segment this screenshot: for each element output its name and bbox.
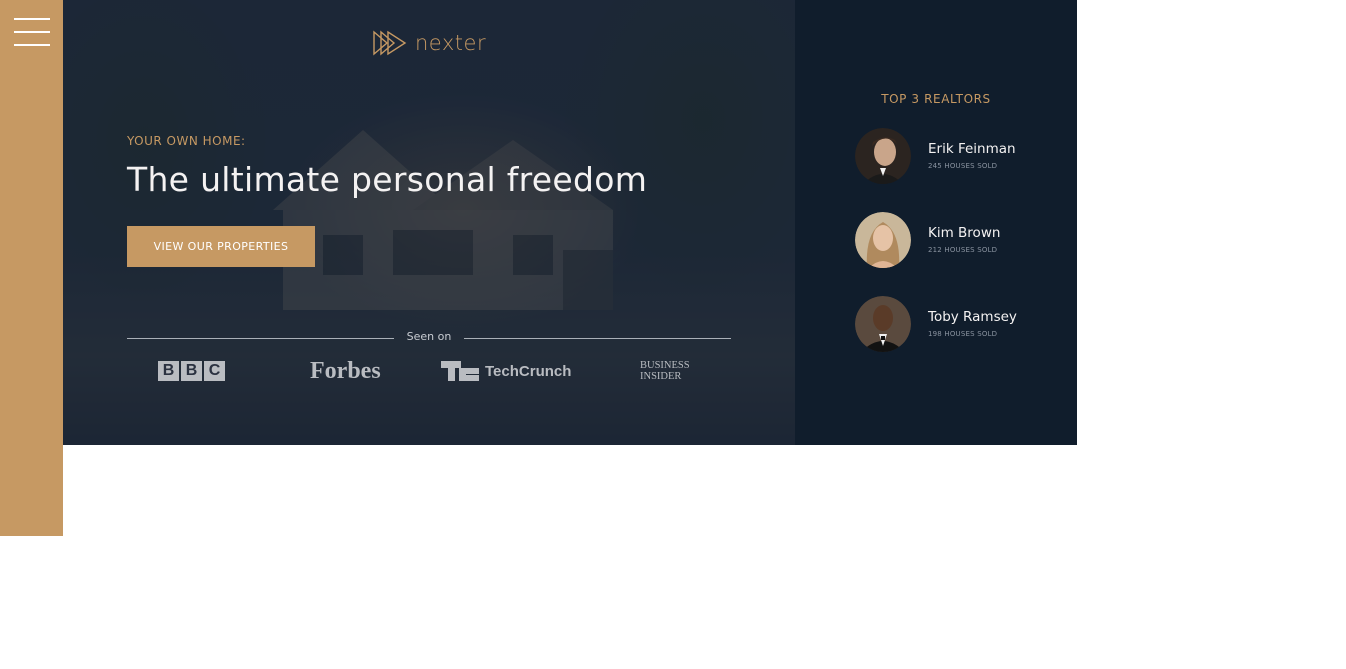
forbes-logo: Forbes [310,357,381,384]
techcrunch-text: TechCrunch [485,362,572,380]
realtor-card[interactable]: Kim Brown 212 HOUSES SOLD [855,212,1055,270]
techcrunch-mark-icon [441,361,479,381]
divider-line [127,338,394,339]
techcrunch-logo: TechCrunch [441,356,571,386]
hero-section: nexter YOUR OWN HOME: The ultimate perso… [63,0,795,445]
divider-line [464,338,731,339]
bi-line-1: BUSINESS [640,360,690,371]
realtors-panel: TOP 3 REALTORS Erik Feinman 245 HOUSES S… [795,0,1077,445]
bbc-logo: B B C [158,356,225,386]
seen-on-label: Seen on [406,330,452,343]
logo-text: nexter [415,31,487,55]
realtor-name: Erik Feinman [928,141,1016,157]
bbc-letter: B [158,361,179,381]
hero-eyebrow: YOUR OWN HOME: [127,134,246,148]
realtor-card[interactable]: Toby Ramsey 198 HOUSES SOLD [855,296,1055,354]
realtor-avatar [855,296,911,352]
nexter-logo[interactable]: nexter [373,28,486,58]
seen-on-divider: Seen on [127,329,731,347]
realtor-sold: 245 HOUSES SOLD [928,162,998,170]
menu-line [14,31,50,33]
realtors-title: TOP 3 REALTORS [881,92,991,106]
realtor-avatar [855,212,911,268]
triple-play-icon [373,30,407,56]
realtor-name: Toby Ramsey [928,309,1017,325]
menu-line [14,18,50,20]
view-properties-button[interactable]: VIEW OUR PROPERTIES [127,226,315,267]
menu-line [14,44,50,46]
realtor-name: Kim Brown [928,225,1001,241]
bbc-letter: B [181,361,202,381]
realtor-card[interactable]: Erik Feinman 245 HOUSES SOLD [855,128,1055,186]
realtor-sold: 198 HOUSES SOLD [928,330,998,338]
hamburger-menu-icon[interactable] [14,17,50,47]
bi-line-2: INSIDER [640,371,682,382]
bbc-letter: C [204,361,225,381]
business-insider-logo: BUSINESS INSIDER [640,356,690,386]
realtor-avatar [855,128,911,184]
realtor-sold: 212 HOUSES SOLD [928,246,998,254]
sidebar [0,0,63,536]
hero-headline: The ultimate personal freedom [127,160,648,199]
